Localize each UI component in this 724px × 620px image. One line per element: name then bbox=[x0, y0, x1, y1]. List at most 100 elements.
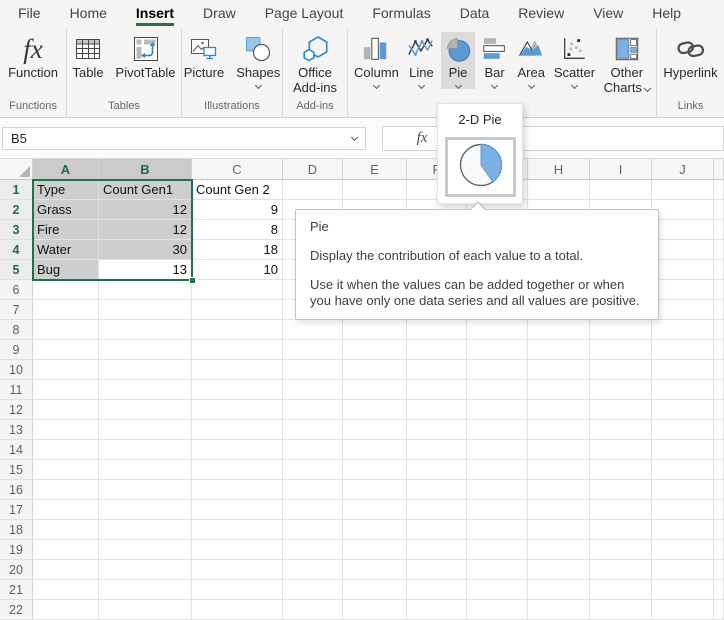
cell-A4[interactable]: Water bbox=[33, 240, 99, 260]
cell-J17[interactable] bbox=[652, 500, 714, 520]
column-header-J[interactable]: J bbox=[652, 159, 714, 180]
cell-I16[interactable] bbox=[590, 480, 652, 500]
cell-B21[interactable] bbox=[99, 580, 192, 600]
cell-E22[interactable] bbox=[343, 600, 407, 620]
cell-C17[interactable] bbox=[192, 500, 283, 520]
cell-E17[interactable] bbox=[343, 500, 407, 520]
cell-J10[interactable] bbox=[652, 360, 714, 380]
row-header-17[interactable]: 17 bbox=[0, 500, 33, 520]
cell-A2[interactable]: Grass bbox=[33, 200, 99, 220]
row-header-1[interactable]: 1 bbox=[0, 180, 33, 200]
cell-I22[interactable] bbox=[590, 600, 652, 620]
cell-C10[interactable] bbox=[192, 360, 283, 380]
menu-tab-page-layout[interactable]: Page Layout bbox=[265, 6, 344, 23]
cell-D14[interactable] bbox=[283, 440, 343, 460]
cell-H17[interactable] bbox=[528, 500, 590, 520]
cell-J9[interactable] bbox=[652, 340, 714, 360]
cell-G15[interactable] bbox=[467, 460, 528, 480]
cell-I15[interactable] bbox=[590, 460, 652, 480]
cell-I14[interactable] bbox=[590, 440, 652, 460]
cell-G8[interactable] bbox=[467, 320, 528, 340]
cell-A18[interactable] bbox=[33, 520, 99, 540]
cell-C18[interactable] bbox=[192, 520, 283, 540]
cell-B7[interactable] bbox=[99, 300, 192, 320]
cell-F14[interactable] bbox=[407, 440, 467, 460]
scatter-chart-button[interactable]: Scatter bbox=[551, 32, 598, 89]
menu-tab-help[interactable]: Help bbox=[652, 6, 681, 23]
cell-I11[interactable] bbox=[590, 380, 652, 400]
cell-B11[interactable] bbox=[99, 380, 192, 400]
cell-C6[interactable] bbox=[192, 280, 283, 300]
cell-E9[interactable] bbox=[343, 340, 407, 360]
menu-tab-insert[interactable]: Insert bbox=[136, 6, 174, 26]
cell-H13[interactable] bbox=[528, 420, 590, 440]
menu-tab-draw[interactable]: Draw bbox=[203, 6, 236, 23]
cell-G18[interactable] bbox=[467, 520, 528, 540]
other-charts-button[interactable]: Other Charts bbox=[601, 32, 653, 96]
cell-J1[interactable] bbox=[652, 180, 714, 200]
cell-I21[interactable] bbox=[590, 580, 652, 600]
cell-F8[interactable] bbox=[407, 320, 467, 340]
cell-I20[interactable] bbox=[590, 560, 652, 580]
cell-J14[interactable] bbox=[652, 440, 714, 460]
cell-F10[interactable] bbox=[407, 360, 467, 380]
cell-F13[interactable] bbox=[407, 420, 467, 440]
cell-J3[interactable] bbox=[652, 220, 714, 240]
cell-J12[interactable] bbox=[652, 400, 714, 420]
cell-F20[interactable] bbox=[407, 560, 467, 580]
cell-D21[interactable] bbox=[283, 580, 343, 600]
cell-F16[interactable] bbox=[407, 480, 467, 500]
row-header-19[interactable]: 19 bbox=[0, 540, 33, 560]
row-header-15[interactable]: 15 bbox=[0, 460, 33, 480]
cell-E10[interactable] bbox=[343, 360, 407, 380]
cell-I19[interactable] bbox=[590, 540, 652, 560]
column-header-E[interactable]: E bbox=[343, 159, 407, 180]
cell-J18[interactable] bbox=[652, 520, 714, 540]
cell-B4[interactable]: 30 bbox=[99, 240, 192, 260]
menu-tab-review[interactable]: Review bbox=[518, 6, 564, 23]
select-all-button[interactable] bbox=[0, 159, 33, 180]
cell-H15[interactable] bbox=[528, 460, 590, 480]
hyperlink-button[interactable]: Hyperlink bbox=[660, 32, 720, 81]
cell-B18[interactable] bbox=[99, 520, 192, 540]
cell-C14[interactable] bbox=[192, 440, 283, 460]
pie-chart-button[interactable]: Pie bbox=[441, 32, 475, 89]
cell-J21[interactable] bbox=[652, 580, 714, 600]
cell-E1[interactable] bbox=[343, 180, 407, 200]
cell-H18[interactable] bbox=[528, 520, 590, 540]
row-header-10[interactable]: 10 bbox=[0, 360, 33, 380]
cell-J22[interactable] bbox=[652, 600, 714, 620]
cell-J2[interactable] bbox=[652, 200, 714, 220]
cell-A10[interactable] bbox=[33, 360, 99, 380]
cell-D22[interactable] bbox=[283, 600, 343, 620]
cell-E21[interactable] bbox=[343, 580, 407, 600]
row-header-6[interactable]: 6 bbox=[0, 280, 33, 300]
cell-G19[interactable] bbox=[467, 540, 528, 560]
cell-J7[interactable] bbox=[652, 300, 714, 320]
cell-F15[interactable] bbox=[407, 460, 467, 480]
table-button[interactable]: Table bbox=[69, 32, 106, 81]
cell-A13[interactable] bbox=[33, 420, 99, 440]
cell-E19[interactable] bbox=[343, 540, 407, 560]
cell-B8[interactable] bbox=[99, 320, 192, 340]
row-header-11[interactable]: 11 bbox=[0, 380, 33, 400]
cell-F19[interactable] bbox=[407, 540, 467, 560]
cell-C12[interactable] bbox=[192, 400, 283, 420]
row-header-12[interactable]: 12 bbox=[0, 400, 33, 420]
cell-I8[interactable] bbox=[590, 320, 652, 340]
cell-E18[interactable] bbox=[343, 520, 407, 540]
cell-E12[interactable] bbox=[343, 400, 407, 420]
row-header-7[interactable]: 7 bbox=[0, 300, 33, 320]
cell-A16[interactable] bbox=[33, 480, 99, 500]
cell-F18[interactable] bbox=[407, 520, 467, 540]
cell-D19[interactable] bbox=[283, 540, 343, 560]
cell-J11[interactable] bbox=[652, 380, 714, 400]
cell-B6[interactable] bbox=[99, 280, 192, 300]
column-header-I[interactable]: I bbox=[590, 159, 652, 180]
name-box[interactable]: B5 bbox=[2, 127, 366, 150]
cell-A14[interactable] bbox=[33, 440, 99, 460]
cell-F9[interactable] bbox=[407, 340, 467, 360]
cell-H20[interactable] bbox=[528, 560, 590, 580]
cell-J19[interactable] bbox=[652, 540, 714, 560]
row-header-3[interactable]: 3 bbox=[0, 220, 33, 240]
